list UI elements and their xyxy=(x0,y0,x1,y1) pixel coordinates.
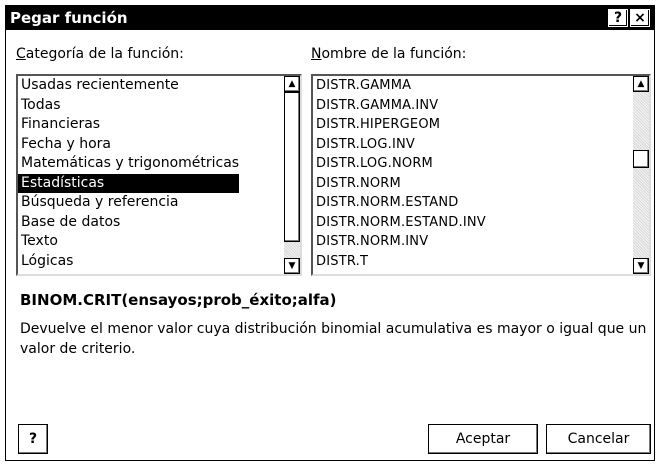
scroll-down-arrow-icon[interactable]: ▼ xyxy=(633,258,649,274)
function-list: DISTR.GAMMA DISTR.GAMMA.INV DISTR.HIPERG… xyxy=(313,76,486,271)
function-item[interactable]: DISTR.NORM.ESTAND.INV xyxy=(313,213,486,233)
function-item[interactable]: DISTR.NORM.INV xyxy=(313,232,486,252)
category-item[interactable]: Texto xyxy=(18,232,239,252)
function-name-label-accel: N xyxy=(311,46,322,62)
category-item[interactable]: Financieras xyxy=(18,115,239,135)
function-scrollbar[interactable]: ▲ ▼ xyxy=(633,76,649,274)
scroll-thumb[interactable] xyxy=(284,92,300,242)
category-item[interactable]: Base de datos xyxy=(18,213,239,233)
function-item[interactable]: DISTR.LOG.NORM xyxy=(313,154,486,174)
help-icon[interactable]: ? xyxy=(608,9,628,27)
category-item[interactable]: Búsqueda y referencia xyxy=(18,193,239,213)
category-listbox[interactable]: Usadas recientemente Todas Financieras F… xyxy=(16,74,302,276)
function-name-listbox[interactable]: DISTR.GAMMA DISTR.GAMMA.INV DISTR.HIPERG… xyxy=(311,74,651,276)
dialog-title: Pegar función xyxy=(10,9,128,27)
scroll-down-arrow-icon[interactable]: ▼ xyxy=(284,258,300,274)
function-name-label-text: ombre de la función: xyxy=(321,46,467,62)
category-list: Usadas recientemente Todas Financieras F… xyxy=(18,76,240,272)
help-button[interactable]: ? xyxy=(18,424,48,454)
question-icon: ? xyxy=(28,431,38,447)
category-label-text: ategoría de la función: xyxy=(25,46,184,62)
function-item[interactable]: DISTR.NORM.ESTAND xyxy=(313,193,486,213)
function-item[interactable]: DISTR.NORM xyxy=(313,174,486,194)
category-item[interactable]: Matemáticas y trigonométricas xyxy=(18,154,239,174)
function-item[interactable]: DISTR.GAMMA.INV xyxy=(313,96,486,116)
category-label: Categoría de la función: xyxy=(16,46,184,62)
function-description: Devuelve el menor valor cuya distribució… xyxy=(20,321,647,357)
category-item[interactable]: Fecha y hora xyxy=(18,135,239,155)
category-item[interactable]: Lógicas xyxy=(18,252,239,272)
category-item-selected[interactable]: Estadísticas xyxy=(18,173,240,193)
close-icon[interactable]: × xyxy=(630,9,650,27)
function-name-label: Nombre de la función: xyxy=(311,46,466,62)
paste-function-dialog: Pegar función ? × Categoría de la funció… xyxy=(5,5,655,461)
scroll-thumb[interactable] xyxy=(633,150,649,168)
function-item[interactable]: DISTR.GAMMA xyxy=(313,76,486,96)
category-item[interactable]: Usadas recientemente xyxy=(18,76,239,96)
cancel-button[interactable]: Cancelar xyxy=(546,424,651,454)
function-item[interactable]: DISTR.T xyxy=(313,252,486,272)
ok-button[interactable]: Aceptar xyxy=(428,424,538,454)
function-item[interactable]: DISTR.LOG.INV xyxy=(313,135,486,155)
function-item[interactable]: DISTR.HIPERGEOM xyxy=(313,115,486,135)
scroll-up-arrow-icon[interactable]: ▲ xyxy=(633,76,649,92)
category-scrollbar[interactable]: ▲ ▼ xyxy=(284,76,300,274)
scroll-up-arrow-icon[interactable]: ▲ xyxy=(284,76,300,92)
function-syntax: BINOM.CRIT(ensayos;prob_éxito;alfa) xyxy=(20,291,337,309)
title-bar: Pegar función ? × xyxy=(6,6,654,30)
category-item[interactable]: Todas xyxy=(18,96,239,116)
category-label-accel: C xyxy=(16,46,26,62)
